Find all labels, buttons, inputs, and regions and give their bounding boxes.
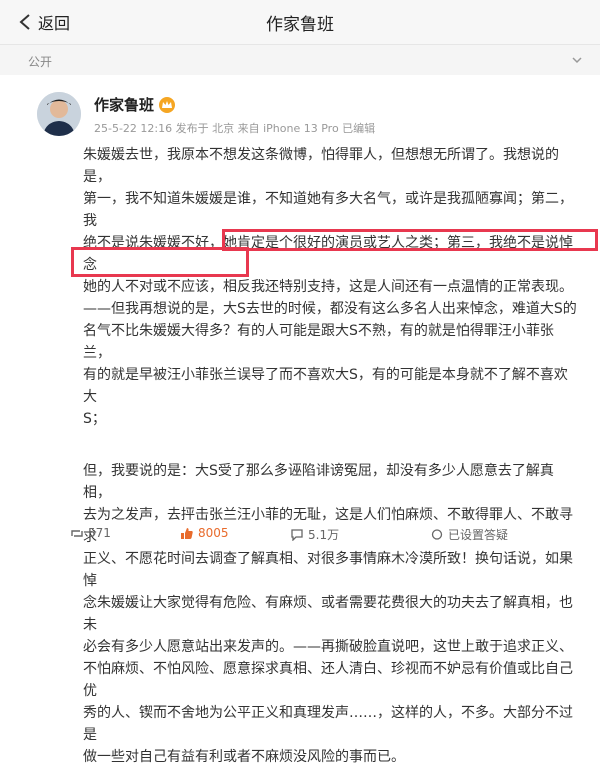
top-nav-bar: 返回 作家鲁班	[0, 0, 600, 45]
chevron-left-icon	[19, 14, 30, 30]
like-button[interactable]: 8005	[180, 526, 229, 540]
body-line: 必会有多少人愿意站出来发声的。——再撕破脸直说吧，这世上敢于追求正义、	[83, 639, 573, 655]
comment-count: 5.1万	[308, 528, 340, 542]
body-line: 念朱媛媛让大家觉得有危险、有麻烦、或者需要花费很大的功夫去了解真相，也未	[83, 595, 573, 633]
repost-button[interactable]: 571	[70, 526, 111, 540]
repost-count: 571	[88, 526, 111, 540]
post-meta: 25-5-22 12:16 发布于 北京 来自 iPhone 13 Pro 已编…	[94, 122, 376, 135]
visibility-header: 公开	[0, 45, 600, 75]
avatar[interactable]	[37, 92, 81, 136]
like-count: 8005	[198, 526, 229, 540]
body-line: 她的人不对或不应该，相反我还特别支持，这是人间还有一点温情的正常表现。	[83, 279, 573, 295]
body-line: 做一些对自己有益有利或者不麻烦没风险的事而已。	[83, 749, 405, 765]
body-line: 第一，我不知道朱媛媛是谁，不知道她有多大名气，或许是我孤陋寡闻；第二，我	[83, 191, 573, 229]
settings-icon	[431, 529, 443, 540]
body-line: S；	[83, 411, 106, 427]
more-action-button[interactable]: 已设置答疑	[430, 526, 508, 543]
post-card: 作家鲁班 25-5-22 12:16 发布于 北京 来自 iPhone 13 P…	[10, 82, 590, 765]
highlight-box	[222, 229, 598, 251]
body-line: ——但我再想说的是，大S去世的时候，都没有这么多名人出来悼念，难道大S的	[83, 301, 577, 317]
body-line: 名气不比朱媛媛大得多？有的人可能是跟大S不熟，有的就是怕得罪汪小菲张兰，	[83, 323, 554, 361]
chevron-down-icon[interactable]	[572, 57, 582, 64]
body-line: 不怕麻烦、不怕风险、愿意探求真相、还人清白、珍视而不妒忌有价值或比自己优	[83, 661, 573, 699]
page-title: 作家鲁班	[266, 15, 334, 35]
body-line: 朱媛媛去世，我原本不想发这条微博，怕得罪人，但想想无所谓了。我想说的是，	[83, 147, 559, 185]
action-bar: 571 8005 5.1万 已设置答疑	[0, 526, 600, 543]
body-line: 秀的人、锲而不舍地为公平正义和真理发声……，这样的人，不多。大部分不过是	[83, 705, 573, 743]
back-label: 返回	[38, 14, 71, 33]
author-name[interactable]: 作家鲁班	[94, 94, 154, 115]
more-action-label: 已设置答疑	[448, 528, 509, 542]
crown-badge-icon	[159, 96, 176, 113]
body-line: 但，我要说的是：大S受了那么多诬陷诽谤冤屈，却没有多少人愿意去了解真相，	[83, 463, 554, 501]
body-line: 正义、不愿花时间去调查了解真相、对很多事情麻木冷漠所致！换句话说，如果悼	[83, 551, 573, 589]
highlight-box	[71, 247, 249, 277]
thumbs-up-icon	[181, 527, 193, 539]
repost-icon	[71, 529, 83, 537]
body-line: 有的就是早被汪小菲张兰误导了而不喜欢大S，有的可能是本身就不了解不喜欢大	[83, 367, 568, 405]
visibility-label: 公开	[28, 55, 53, 69]
back-button[interactable]: 返回	[18, 8, 70, 36]
author-row: 作家鲁班	[94, 94, 176, 115]
comment-icon	[291, 529, 303, 541]
comment-button[interactable]: 5.1万	[290, 526, 339, 543]
